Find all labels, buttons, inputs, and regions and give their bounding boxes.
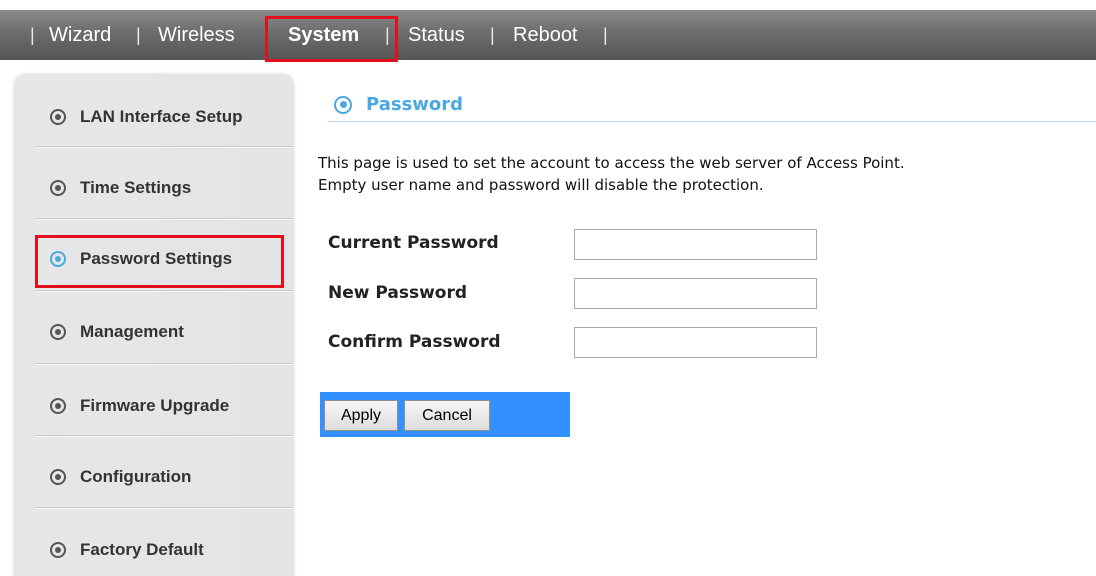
- sidebar-divider: [35, 435, 293, 437]
- sidebar-item-label: Configuration: [80, 467, 192, 486]
- sidebar-item-label: Firmware Upgrade: [80, 396, 230, 415]
- sidebar-divider: [35, 507, 293, 509]
- radio-ring-icon: [334, 95, 352, 114]
- sidebar-item-firmware-upgrade[interactable]: Firmware Upgrade: [35, 371, 293, 441]
- sidebar-item-configuration[interactable]: Configuration: [35, 442, 293, 512]
- sidebar-divider: [35, 363, 293, 365]
- sidebar-item-password-settings[interactable]: Password Settings: [35, 224, 293, 294]
- cancel-button[interactable]: Cancel: [404, 400, 490, 431]
- description-line: This page is used to set the account to …: [318, 154, 905, 172]
- nav-item-wireless[interactable]: Wireless: [158, 10, 235, 60]
- radio-ring-icon: [50, 542, 66, 558]
- sidebar-item-label: Password Settings: [80, 249, 233, 268]
- nav-item-system[interactable]: System: [288, 10, 359, 60]
- sidebar-divider: [35, 218, 293, 220]
- nav-separator: |: [603, 25, 608, 45]
- sidebar-item-factory-default[interactable]: Factory Default: [35, 515, 293, 576]
- sidebar-item-label: Time Settings: [80, 178, 192, 197]
- new-password-label: New Password: [328, 283, 468, 303]
- sidebar-divider: [35, 290, 293, 292]
- nav-separator: |: [264, 25, 269, 45]
- nav-separator: |: [136, 25, 141, 45]
- nav-item-status[interactable]: Status: [408, 10, 465, 60]
- nav-separator: |: [490, 25, 495, 45]
- nav-item-wizard[interactable]: Wizard: [49, 10, 111, 60]
- sidebar-item-time-settings[interactable]: Time Settings: [35, 153, 293, 223]
- description-line: Empty user name and password will disabl…: [318, 176, 764, 194]
- page-description: This page is used to set the account to …: [318, 152, 1096, 196]
- radio-ring-icon: [50, 398, 66, 414]
- current-password-field[interactable]: [574, 229, 817, 260]
- confirm-password-field[interactable]: [574, 327, 817, 358]
- sidebar: LAN Interface Setup Time Settings Passwo…: [15, 75, 293, 576]
- nav-separator: |: [30, 25, 35, 45]
- sidebar-item-management[interactable]: Management: [35, 297, 293, 367]
- sidebar-item-label: LAN Interface Setup: [80, 107, 243, 126]
- sidebar-item-label: Management: [80, 322, 184, 341]
- sidebar-divider: [35, 146, 293, 148]
- page-title: Password: [366, 94, 464, 115]
- new-password-field[interactable]: [574, 278, 817, 309]
- radio-ring-icon: [50, 109, 66, 125]
- sidebar-item-label: Factory Default: [80, 540, 204, 559]
- top-nav-bar: | Wizard | Wireless | System | Status | …: [0, 10, 1096, 60]
- section-header: Password: [328, 88, 1096, 122]
- current-password-label: Current Password: [328, 233, 499, 253]
- radio-ring-icon: [50, 469, 66, 485]
- confirm-password-label: Confirm Password: [328, 332, 501, 352]
- apply-button[interactable]: Apply: [324, 400, 398, 431]
- radio-ring-icon: [50, 324, 66, 340]
- nav-item-reboot[interactable]: Reboot: [513, 10, 578, 60]
- radio-ring-icon: [50, 251, 66, 267]
- radio-ring-icon: [50, 180, 66, 196]
- sidebar-item-lan-interface-setup[interactable]: LAN Interface Setup: [35, 82, 293, 152]
- nav-separator: |: [385, 25, 390, 45]
